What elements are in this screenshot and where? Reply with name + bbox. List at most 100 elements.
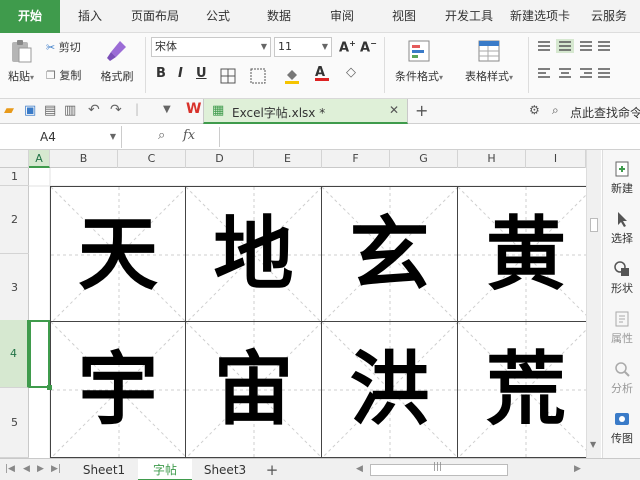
undo-icon[interactable]: ↶ bbox=[88, 102, 100, 118]
column-header-a[interactable]: A bbox=[29, 150, 50, 168]
tab-insert[interactable]: 插入 bbox=[60, 0, 120, 33]
save-icon[interactable]: ▣ bbox=[24, 103, 36, 118]
vertical-scrollbar[interactable]: ▼ bbox=[586, 150, 601, 458]
document-tab[interactable]: ▦ Excel字帖.xlsx * ✕ bbox=[203, 99, 408, 124]
horizontal-scroll-thumb[interactable]: ||| bbox=[370, 462, 508, 476]
add-document-tab-button[interactable]: + bbox=[415, 101, 428, 120]
increase-font-icon[interactable]: A+ bbox=[339, 39, 356, 55]
tab-data[interactable]: 数据 bbox=[246, 0, 312, 33]
paste-button[interactable]: 粘贴▾ bbox=[3, 38, 39, 84]
sidebar-new-button[interactable]: 新建 bbox=[603, 160, 640, 196]
font-color-icon[interactable]: A bbox=[315, 65, 329, 81]
last-sheet-icon[interactable]: ▶| bbox=[51, 464, 61, 474]
sidebar-transfer-button[interactable]: 传图 bbox=[603, 410, 640, 446]
tab-home[interactable]: 开始 bbox=[0, 0, 60, 33]
add-sheet-button[interactable]: + bbox=[258, 459, 286, 480]
tab-view[interactable]: 视图 bbox=[372, 0, 436, 33]
conditional-format-button[interactable]: 条件格式▾ bbox=[392, 38, 446, 84]
sheet-tab[interactable]: Sheet3 bbox=[194, 459, 256, 480]
settings-icon[interactable]: ⚙ bbox=[529, 103, 540, 117]
sidebar-select-button[interactable]: 选择 bbox=[603, 210, 640, 246]
name-box[interactable]: A4 ▼ bbox=[0, 126, 122, 148]
bold-button[interactable]: B bbox=[156, 66, 166, 81]
character-cell[interactable]: 荒 bbox=[458, 322, 586, 458]
transfer-image-icon bbox=[615, 413, 629, 425]
character-cell[interactable]: 洪 bbox=[322, 322, 458, 458]
character-cell[interactable]: 宇 bbox=[50, 322, 186, 458]
row-header-2[interactable]: 2 bbox=[0, 186, 29, 254]
print-icon[interactable]: ▤ bbox=[44, 103, 56, 118]
italic-button[interactable]: I bbox=[178, 66, 183, 81]
character-cell[interactable]: 黄 bbox=[458, 186, 586, 322]
tab-review[interactable]: 审阅 bbox=[312, 0, 372, 33]
character-cell[interactable]: 地 bbox=[186, 186, 322, 322]
column-header-h[interactable]: H bbox=[458, 150, 526, 168]
chevron-down-icon[interactable]: ▼ bbox=[590, 440, 596, 449]
tab-developer[interactable]: 开发工具 bbox=[436, 0, 502, 33]
close-icon[interactable]: ✕ bbox=[389, 103, 399, 117]
column-header-d[interactable]: D bbox=[186, 150, 254, 168]
font-name-select[interactable]: 宋体 ▼ bbox=[151, 37, 271, 57]
sidebar-shape-button[interactable]: 形状 bbox=[603, 260, 640, 296]
format-painter-button[interactable]: 格式刷 bbox=[96, 38, 138, 84]
cut-button[interactable]: ✂ 剪切 bbox=[46, 39, 81, 55]
zoom-icon[interactable]: ⌕ bbox=[158, 128, 165, 143]
preview-icon[interactable]: ▥ bbox=[64, 103, 76, 118]
document-title: Excel字帖.xlsx * bbox=[232, 106, 326, 120]
row-header-3[interactable]: 3 bbox=[0, 254, 29, 322]
character-cell[interactable]: 宙 bbox=[186, 322, 322, 458]
scroll-left-icon[interactable]: ◀ bbox=[356, 464, 363, 474]
tab-formulas[interactable]: 公式 bbox=[190, 0, 246, 33]
clear-format-icon[interactable]: ◇ bbox=[346, 65, 356, 80]
column-header-b[interactable]: B bbox=[50, 150, 118, 168]
row-header-4[interactable]: 4 bbox=[0, 320, 29, 388]
tab-page-layout[interactable]: 页面布局 bbox=[120, 0, 190, 33]
worksheet-grid[interactable]: 天 地 玄 黄 宇 宙 洪 荒 bbox=[29, 168, 586, 458]
font-size-select[interactable]: 11 ▼ bbox=[274, 37, 332, 57]
shape-icon bbox=[614, 261, 629, 276]
insert-function-icon[interactable]: fx bbox=[183, 128, 195, 143]
character-cell[interactable]: 玄 bbox=[322, 186, 458, 322]
copy-button[interactable]: ❐ 复制 bbox=[46, 67, 81, 83]
sheet-tab[interactable]: Sheet1 bbox=[72, 459, 136, 480]
tab-new-tab[interactable]: 新建选项卡 bbox=[502, 0, 578, 33]
folder-icon[interactable]: ▰ bbox=[4, 103, 14, 118]
select-all-corner[interactable] bbox=[0, 150, 29, 168]
scroll-thumb[interactable] bbox=[590, 218, 598, 232]
scroll-right-icon[interactable]: ▶ bbox=[574, 464, 581, 474]
command-search-input[interactable]: 点此查找命令 bbox=[570, 104, 640, 121]
formula-input[interactable] bbox=[219, 127, 640, 147]
column-header-i[interactable]: I bbox=[526, 150, 586, 168]
column-header-g[interactable]: G bbox=[390, 150, 458, 168]
active-cell-selection[interactable] bbox=[29, 320, 52, 390]
sidebar-property-button[interactable]: 属性 bbox=[603, 310, 640, 346]
prev-sheet-icon[interactable]: ◀ bbox=[23, 464, 30, 474]
next-sheet-icon[interactable]: ▶ bbox=[37, 464, 44, 474]
sidebar-analyze-button[interactable]: 分析 bbox=[603, 360, 640, 396]
wps-logo-icon: W bbox=[186, 101, 202, 117]
row-header-5[interactable]: 5 bbox=[0, 388, 29, 458]
sidebar-select-label: 选择 bbox=[611, 232, 633, 245]
sheet-tab-bar: |◀ ◀ ▶ ▶| Sheet1 字帖 Sheet3 + ◀ ||| ▶ bbox=[0, 458, 640, 480]
border-icon[interactable] bbox=[220, 68, 236, 84]
align-top-icon[interactable] bbox=[536, 39, 636, 95]
right-sidebar: 新建 选择 形状 属性 分析 传图 bbox=[602, 150, 640, 458]
merge-icon[interactable] bbox=[250, 68, 266, 84]
fill-color-icon[interactable] bbox=[283, 67, 301, 85]
chevron-down-icon[interactable]: ▼ bbox=[110, 126, 116, 148]
ribbon-tab-strip: 开始 插入 页面布局 公式 数据 审阅 视图 开发工具 新建选项卡 云服务 bbox=[0, 0, 640, 33]
sheet-tab-active[interactable]: 字帖 bbox=[138, 459, 192, 480]
first-sheet-icon[interactable]: |◀ bbox=[5, 464, 15, 474]
column-header-c[interactable]: C bbox=[118, 150, 186, 168]
column-headers: A B C D E F G H I bbox=[0, 150, 586, 168]
row-header-1[interactable]: 1 bbox=[0, 168, 29, 186]
redo-icon[interactable]: ↷ bbox=[110, 102, 122, 118]
character-cell[interactable]: 天 bbox=[50, 186, 186, 322]
table-style-button[interactable]: 表格样式▾ bbox=[456, 38, 522, 84]
decrease-font-icon[interactable]: A− bbox=[360, 39, 377, 55]
column-header-f[interactable]: F bbox=[322, 150, 390, 168]
column-header-e[interactable]: E bbox=[254, 150, 322, 168]
tab-cloud[interactable]: 云服务 bbox=[578, 0, 640, 33]
chevron-down-icon[interactable]: ▼ bbox=[163, 104, 171, 115]
underline-button[interactable]: U bbox=[196, 66, 207, 81]
